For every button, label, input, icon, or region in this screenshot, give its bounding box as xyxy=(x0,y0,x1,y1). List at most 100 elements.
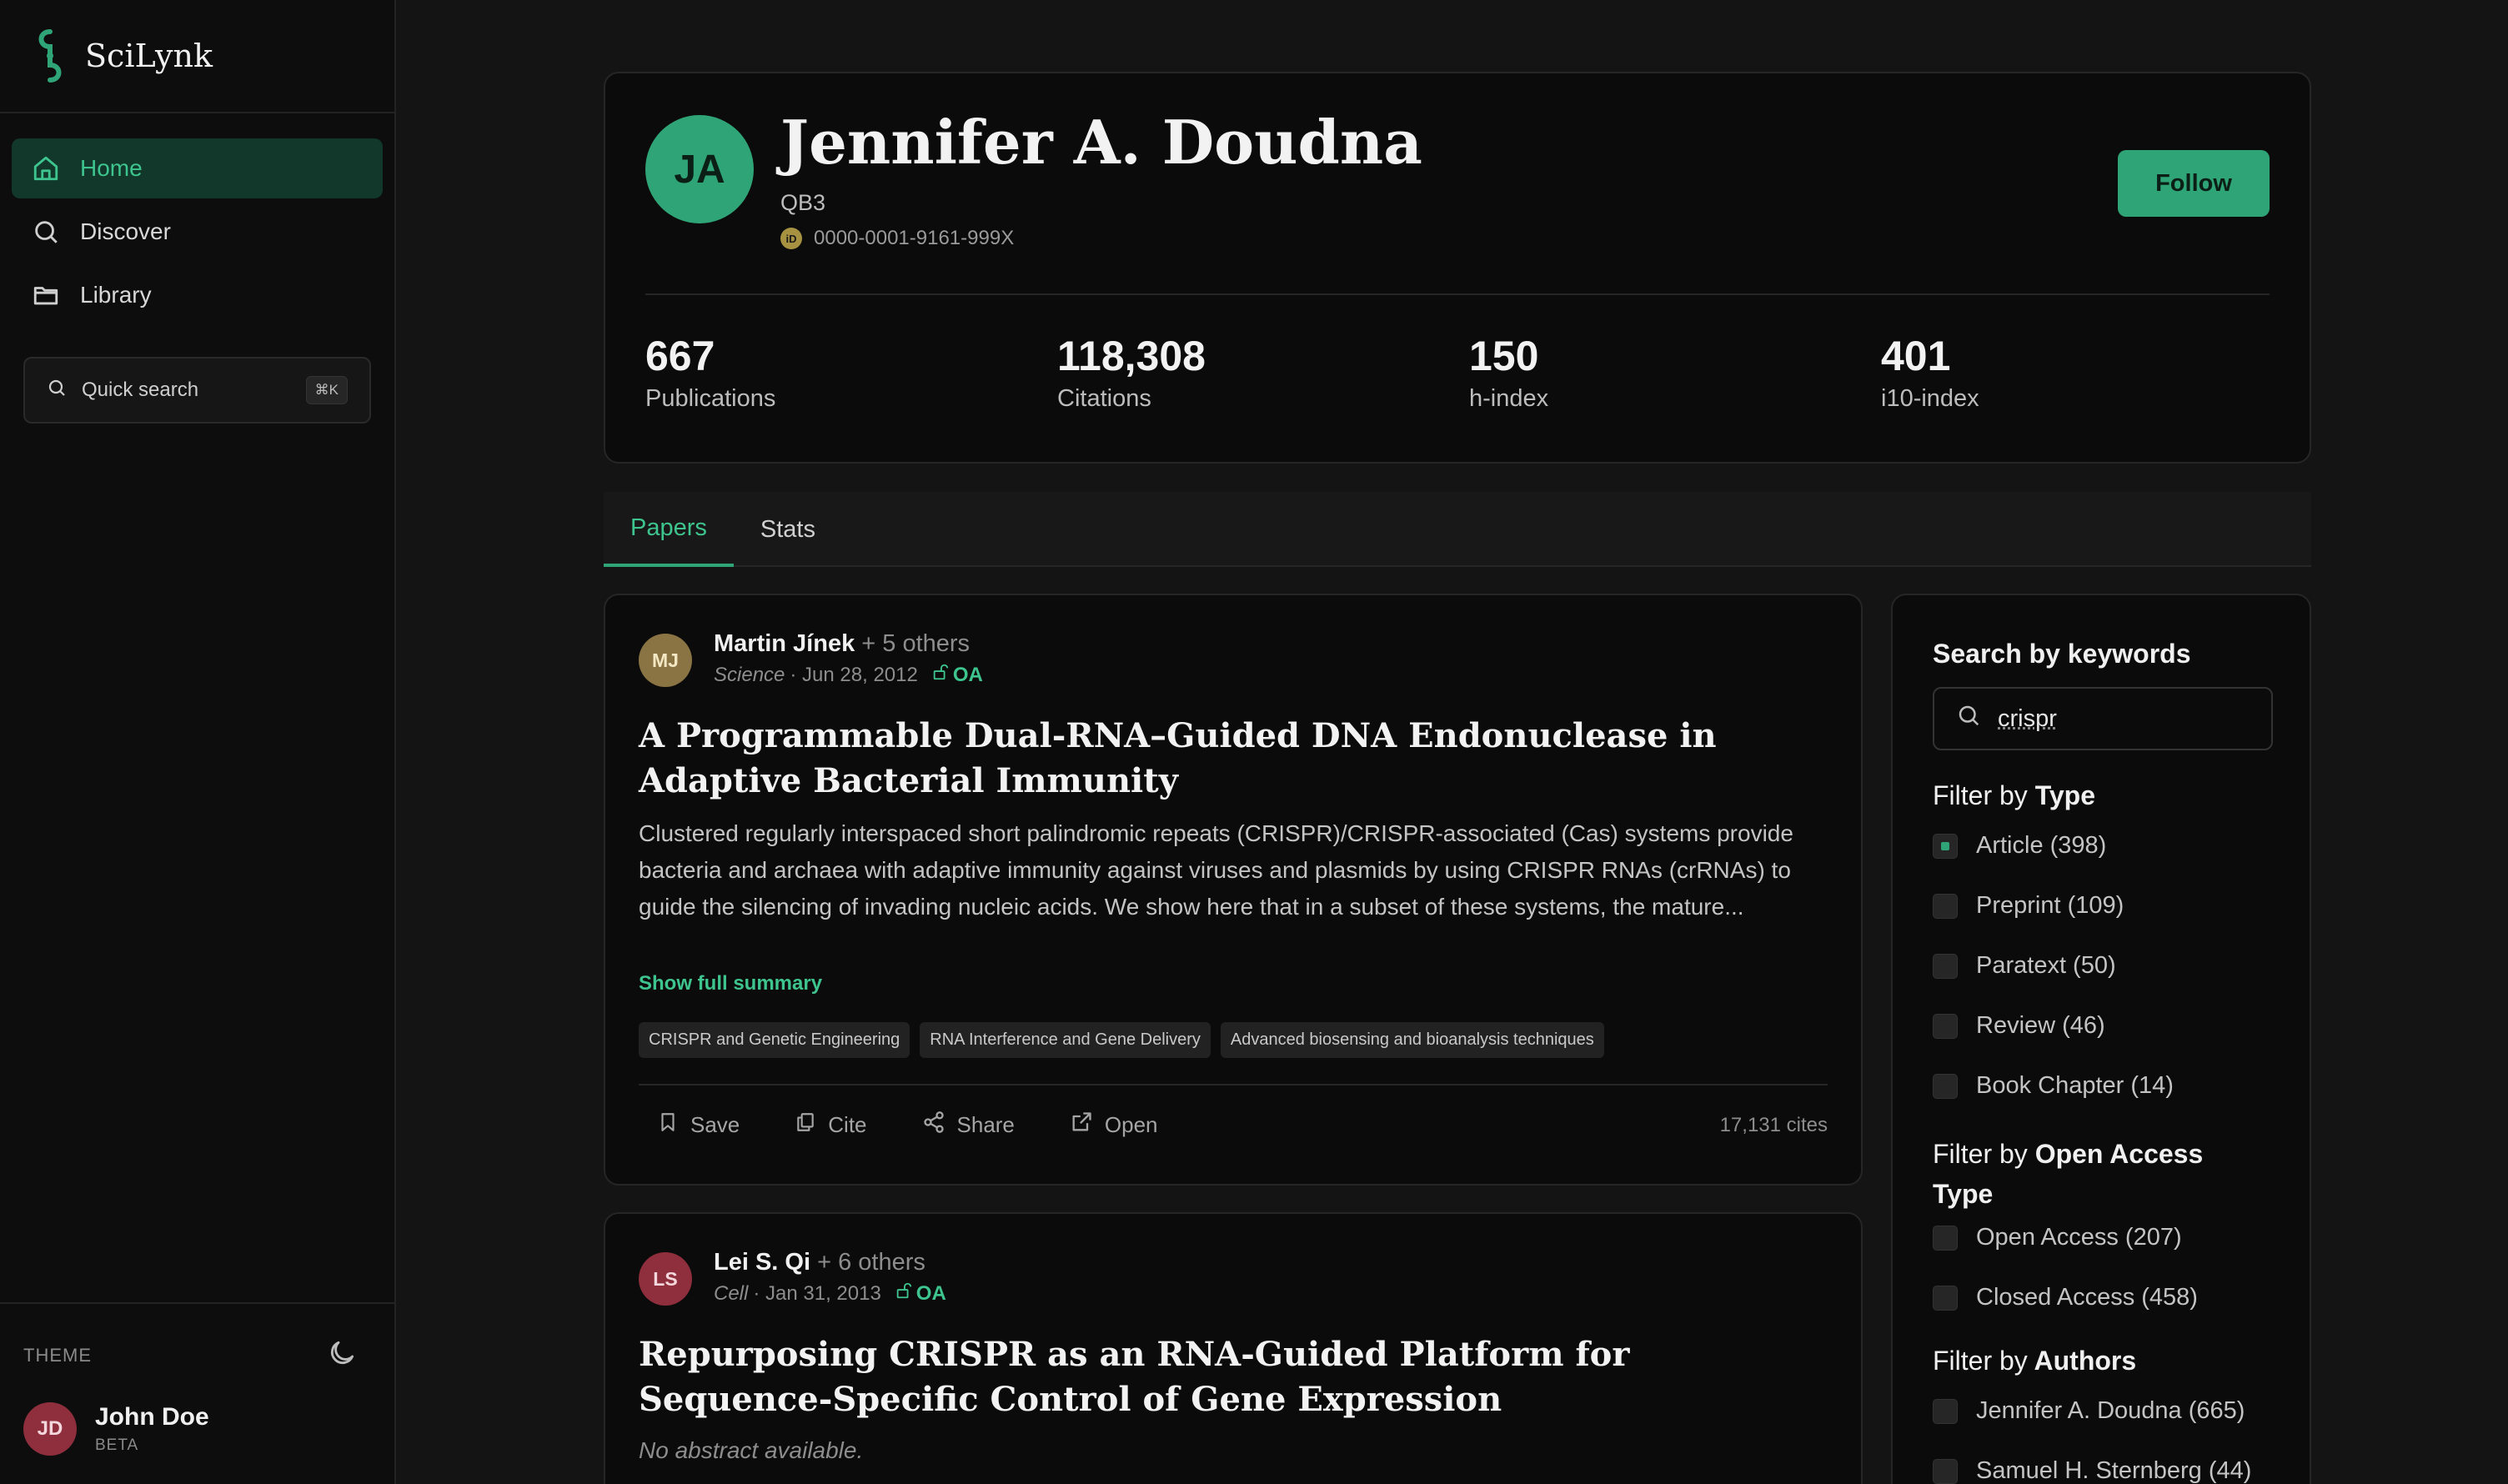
filter-heading-type: Type xyxy=(2034,780,2095,810)
filter-author[interactable]: Samuel H. Sternberg (44) xyxy=(1933,1457,2251,1484)
citation-count: 17,131 cites xyxy=(1719,1113,1828,1136)
cite-label: Cite xyxy=(828,1112,867,1137)
topic-tag[interactable]: Advanced biosensing and bioanalysis tech… xyxy=(1220,1022,1604,1058)
nav-item-discover[interactable]: Discover xyxy=(12,202,383,262)
filter-type-review[interactable]: Review (46) xyxy=(1933,1012,2105,1040)
checkbox[interactable] xyxy=(1933,1073,1958,1099)
divider xyxy=(639,1084,1828,1085)
filter-option-label: Article (398) xyxy=(1976,832,2107,859)
nav-label: Home xyxy=(80,155,143,181)
user-profile[interactable]: JD John Doe BETA xyxy=(0,1374,394,1456)
share-label: Share xyxy=(956,1112,1015,1137)
divider xyxy=(645,293,2270,295)
quick-search-label: Quick search xyxy=(82,379,199,401)
filter-heading-authors: Authors xyxy=(2034,1346,2137,1376)
save-label: Save xyxy=(690,1112,740,1137)
filter-option-label: Preprint (109) xyxy=(1976,892,2124,919)
nav-item-library[interactable]: Library xyxy=(12,265,383,325)
filter-by-text: Filter by xyxy=(1933,1346,2028,1376)
bookmark-icon xyxy=(657,1111,679,1139)
filter-option-label: Samuel H. Sternberg (44) xyxy=(1976,1457,2252,1484)
share-button[interactable]: Share xyxy=(904,1110,1015,1140)
quick-search-button[interactable]: Quick search ⌘K xyxy=(23,357,371,424)
unlock-icon xyxy=(931,663,950,687)
stat-citations: 118,308 Citations xyxy=(1057,332,1206,413)
topic-tag[interactable]: RNA Interference and Gene Delivery xyxy=(920,1022,1211,1058)
checkbox[interactable] xyxy=(1933,893,1958,919)
filter-type-paratext[interactable]: Paratext (50) xyxy=(1933,952,2116,980)
oa-label: OA xyxy=(952,663,983,686)
checkbox[interactable] xyxy=(1933,1225,1958,1251)
publish-date: · Jun 28, 2012 xyxy=(790,663,918,686)
stat-label: Citations xyxy=(1057,385,1151,412)
shortcut-badge: ⌘K xyxy=(305,376,348,404)
paper-author[interactable]: Martin Jínek + 5 others xyxy=(714,630,983,658)
stat-label: h-index xyxy=(1469,385,1549,412)
share-icon xyxy=(922,1110,946,1140)
paper-title[interactable]: Repurposing CRISPR as an RNA-Guided Plat… xyxy=(639,1332,1828,1422)
paper-card: LS Lei S. Qi + 6 others Cell · Jan 31, 2… xyxy=(604,1212,1863,1484)
paper-abstract: Clustered regularly interspaced short pa… xyxy=(639,820,1793,920)
tab-stats[interactable]: Stats xyxy=(734,492,842,567)
topic-tag[interactable]: CRISPR and Genetic Engineering xyxy=(639,1022,910,1058)
paper-meta: Cell · Jan 31, 2013 OA xyxy=(714,1281,946,1306)
stat-value: 667 xyxy=(645,333,715,379)
checkbox[interactable] xyxy=(1933,1458,1958,1484)
checkbox[interactable] xyxy=(1933,1285,1958,1311)
type-filter-heading: Filter by Type xyxy=(1933,780,2095,811)
filter-closed-access[interactable]: Closed Access (458) xyxy=(1933,1284,2198,1311)
follow-button[interactable]: Follow xyxy=(2118,150,2270,217)
tab-papers[interactable]: Papers xyxy=(604,492,734,567)
stat-h-index: 150 h-index xyxy=(1469,332,1548,413)
keyword-search-input[interactable]: crispr xyxy=(1933,687,2273,750)
filter-type-book-chapter[interactable]: Book Chapter (14) xyxy=(1933,1072,2174,1100)
link-logo-icon xyxy=(33,28,67,83)
other-authors: + 5 others xyxy=(861,630,971,657)
checkbox[interactable] xyxy=(1933,1013,1958,1039)
checkbox[interactable] xyxy=(1933,1398,1958,1424)
paper-meta: Science · Jun 28, 2012 OA xyxy=(714,663,983,687)
orcid-row[interactable]: iD 0000-0001-9161-999X xyxy=(780,227,1014,250)
nav-label: Library xyxy=(80,282,152,308)
show-full-summary-link[interactable]: Show full summary xyxy=(639,972,822,995)
moon-icon[interactable] xyxy=(326,1337,358,1374)
open-button[interactable]: Open xyxy=(1051,1110,1158,1140)
filter-option-label: Open Access (207) xyxy=(1976,1224,2182,1251)
paper-author[interactable]: Lei S. Qi + 6 others xyxy=(714,1249,946,1276)
paper-actions: Save Cite Share Open 17,131 cites xyxy=(639,1110,1828,1140)
nav-item-home[interactable]: Home xyxy=(12,138,383,198)
filter-option-label: Book Chapter (14) xyxy=(1976,1072,2174,1099)
profile-name: Jennifer A. Doudna xyxy=(780,107,1422,178)
nav-label: Discover xyxy=(80,218,171,244)
authors-filter-heading: Filter by Authors xyxy=(1933,1346,2136,1376)
profile-avatar: JA xyxy=(645,115,754,223)
other-authors: + 6 others xyxy=(817,1249,925,1276)
filter-type-preprint[interactable]: Preprint (109) xyxy=(1933,892,2124,920)
unlock-icon xyxy=(895,1281,913,1306)
filter-type-article[interactable]: Article (398) xyxy=(1933,832,2106,860)
brand[interactable]: SciLynk xyxy=(0,0,394,113)
theme-label: THEME xyxy=(23,1345,92,1366)
orcid-id: 0000-0001-9161-999X xyxy=(814,227,1015,249)
publish-date: · Jan 31, 2013 xyxy=(753,1281,881,1305)
filter-author[interactable]: Jennifer A. Doudna (665) xyxy=(1933,1397,2245,1425)
paper-title[interactable]: A Programmable Dual-RNA–Guided DNA Endon… xyxy=(639,714,1828,804)
profile-affiliation: QB3 xyxy=(780,190,826,215)
folder-icon xyxy=(32,281,60,309)
save-button[interactable]: Save xyxy=(639,1111,740,1139)
checkbox[interactable] xyxy=(1933,833,1958,859)
sidebar-footer: THEME JD John Doe BETA xyxy=(0,1302,394,1484)
filter-by-text: Filter by xyxy=(1933,1139,2028,1169)
profile-tabs: Papers Stats xyxy=(604,492,2311,567)
cite-button[interactable]: Cite xyxy=(776,1111,867,1139)
author-avatar: LS xyxy=(639,1252,692,1306)
filter-by-text: Filter by xyxy=(1933,780,2028,810)
orcid-icon: iD xyxy=(780,228,802,249)
checkbox[interactable] xyxy=(1933,953,1958,979)
filter-option-label: Review (46) xyxy=(1976,1012,2105,1039)
paper-card: MJ Martin Jínek + 5 others Science · Jun… xyxy=(604,594,1863,1186)
filter-open-access[interactable]: Open Access (207) xyxy=(1933,1224,2182,1251)
stat-value: 118,308 xyxy=(1057,333,1206,379)
filter-option-label: Paratext (50) xyxy=(1976,952,2116,979)
avatar: JD xyxy=(23,1402,77,1456)
